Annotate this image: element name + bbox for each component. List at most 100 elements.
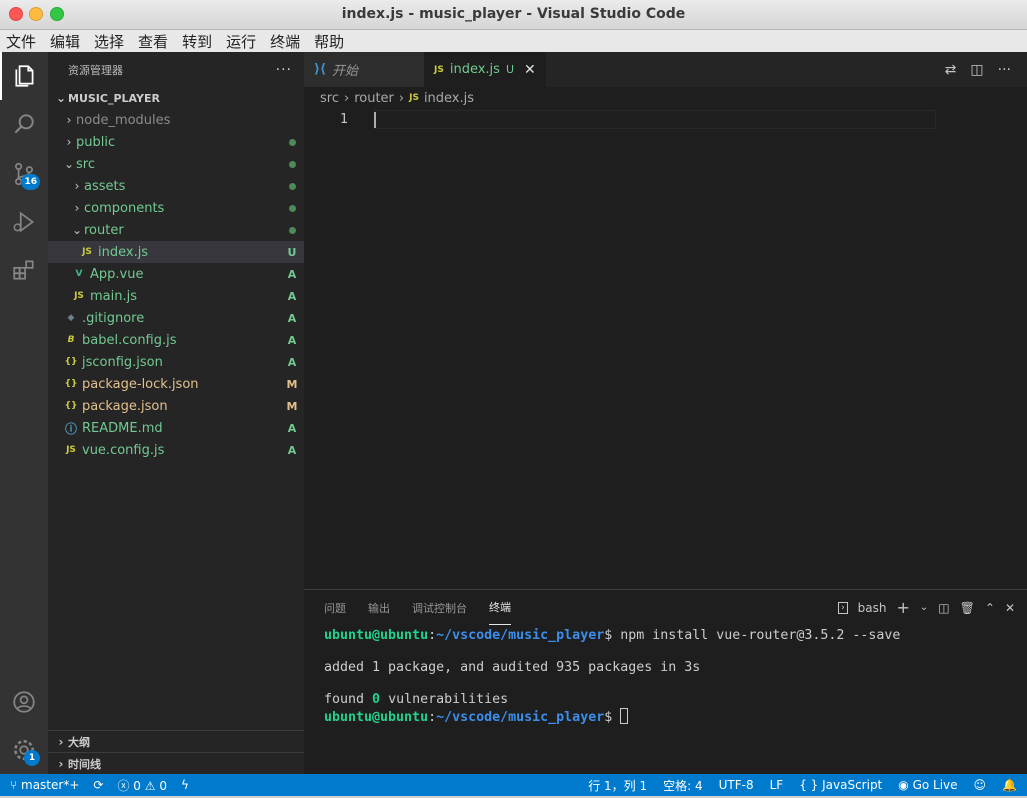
split-editor-icon[interactable]: ◫ [970, 62, 983, 78]
tree-item-vue-config[interactable]: JS vue.config.js A [48, 439, 304, 461]
git-status-dot [280, 180, 304, 193]
compare-changes-icon[interactable]: ⇄ [945, 62, 957, 78]
chevron-down-icon[interactable]: ⌄ [920, 602, 928, 613]
feedback-icon[interactable]: ☺ [974, 778, 987, 792]
menu-terminal[interactable]: 终端 [270, 31, 300, 52]
broadcast-icon: ◉ [898, 778, 913, 792]
file-label: main.js [90, 288, 137, 304]
tab-status: U [505, 63, 514, 76]
menu-edit[interactable]: 编辑 [50, 31, 80, 52]
source-control-button[interactable]: 16 [0, 150, 48, 198]
tree-item-components[interactable]: › components [48, 197, 304, 219]
more-actions-icon[interactable]: ··· [998, 62, 1011, 78]
breadcrumb-file[interactable]: index.js [424, 91, 474, 106]
accounts-button[interactable] [0, 678, 48, 726]
settings-badge: 1 [24, 750, 40, 766]
menu-go[interactable]: 转到 [182, 31, 212, 52]
timeline-section-header[interactable]: › 时间线 [48, 752, 304, 774]
title-bar: index.js - music_player - Visual Studio … [0, 0, 1027, 30]
tree-item-node-modules[interactable]: › node_modules [48, 109, 304, 131]
explorer-button[interactable] [0, 52, 48, 100]
tree-item-package-json[interactable]: {} package.json M [48, 395, 304, 417]
breadcrumb-router[interactable]: router [354, 91, 394, 106]
menu-run[interactable]: 运行 [226, 31, 256, 52]
line-number: 1 [340, 112, 348, 127]
language-mode[interactable]: { } JavaScript [799, 778, 882, 792]
source-control-badge: 16 [21, 174, 40, 190]
tab-output[interactable]: 输出 [368, 590, 390, 625]
indentation-status[interactable]: 空格: 4 [663, 777, 703, 794]
close-tab-icon[interactable]: ✕ [524, 62, 536, 78]
terminal-path: ~/vscode/music_player [436, 710, 605, 725]
lightning-icon[interactable]: ϟ [181, 778, 189, 792]
trash-icon[interactable]: 🗑 [960, 601, 975, 615]
js-file-icon: JS [66, 445, 76, 455]
tree-item-package-lock[interactable]: {} package-lock.json M [48, 373, 304, 395]
outline-label: 大纲 [68, 735, 90, 749]
new-terminal-icon[interactable]: + [897, 598, 910, 617]
outline-section-header[interactable]: › 大纲 [48, 730, 304, 752]
tab-label: 开始 [331, 64, 358, 79]
project-section-header[interactable]: ⌄ MUSIC_PLAYER [48, 87, 304, 109]
branch-icon: ⑂ [10, 778, 22, 792]
js-file-icon: JS [434, 64, 444, 75]
tab-index-js[interactable]: JS index.js U ✕ [424, 52, 546, 87]
tree-item-gitignore[interactable]: ◆ .gitignore A [48, 307, 304, 329]
chevron-down-icon: ⌄ [55, 91, 67, 105]
cursor-position[interactable]: 行 1，列 1 [588, 777, 647, 794]
go-live-button[interactable]: ◉ Go Live [898, 778, 957, 792]
vscode-logo-icon: ⟩⟨ [314, 62, 326, 77]
babel-file-icon: B [67, 335, 75, 345]
tree-item-jsconfig[interactable]: {} jsconfig.json A [48, 351, 304, 373]
file-label: node_modules [76, 112, 171, 128]
more-actions-button[interactable]: ··· [276, 62, 292, 78]
tree-item-app-vue[interactable]: V App.vue A [48, 263, 304, 285]
eol-status[interactable]: LF [770, 778, 784, 792]
tree-item-public[interactable]: › public [48, 131, 304, 153]
split-terminal-icon[interactable]: ◫ [938, 601, 949, 615]
menu-help[interactable]: 帮助 [314, 31, 344, 52]
file-label: babel.config.js [82, 332, 177, 348]
branch-status[interactable]: ⑂ master*+ [10, 778, 79, 792]
search-button[interactable] [0, 100, 48, 148]
sync-icon[interactable]: ⟳ [93, 778, 103, 792]
terminal-command: npm install vue-router@3.5.2 --save [620, 628, 901, 643]
manage-button[interactable]: 1 [0, 726, 48, 774]
git-status-badge: A [287, 355, 297, 369]
tree-item-main-js[interactable]: JS main.js A [48, 285, 304, 307]
file-label: index.js [98, 244, 149, 260]
git-status-dot [280, 224, 304, 237]
tree-item-src[interactable]: ⌄ src [48, 153, 304, 175]
terminal-found-post: vulnerabilities [380, 692, 509, 707]
encoding-status[interactable]: UTF-8 [719, 778, 754, 792]
tab-terminal[interactable]: 终端 [489, 590, 511, 625]
bell-icon[interactable]: 🔔 [1002, 778, 1017, 792]
extensions-button[interactable] [0, 246, 48, 294]
tree-item-babel-config[interactable]: B babel.config.js A [48, 329, 304, 351]
git-status-dot [280, 136, 304, 149]
menu-bar: 文件 编辑 选择 查看 转到 运行 终端 帮助 [0, 30, 1027, 52]
tab-welcome[interactable]: ⟩⟨ 开始 [304, 52, 424, 87]
tree-item-index-js[interactable]: JS index.js U [48, 241, 304, 263]
vue-file-icon: V [75, 269, 83, 279]
tab-debug-console[interactable]: 调试控制台 [412, 590, 467, 625]
terminal-output[interactable]: ubuntu@ubuntu:~/vscode/music_player$ npm… [324, 628, 900, 726]
run-debug-button[interactable] [0, 198, 48, 246]
tree-item-readme[interactable]: ⓘ README.md A [48, 417, 304, 439]
timeline-label: 时间线 [68, 757, 101, 771]
close-panel-icon[interactable]: ✕ [1005, 601, 1015, 615]
menu-file[interactable]: 文件 [6, 31, 36, 52]
tab-label: index.js [449, 62, 500, 77]
tree-item-assets[interactable]: › assets [48, 175, 304, 197]
menu-view[interactable]: 查看 [138, 31, 168, 52]
tree-item-router[interactable]: ⌄ router [48, 219, 304, 241]
maximize-panel-icon[interactable]: ⌃ [985, 601, 995, 615]
breadcrumb-src[interactable]: src [320, 91, 339, 106]
menu-selection[interactable]: 选择 [94, 31, 124, 52]
tab-problems[interactable]: 问题 [324, 590, 346, 625]
chevron-down-icon: ⌄ [63, 157, 75, 171]
shell-selector[interactable]: bash [858, 601, 887, 615]
code-editor[interactable]: 1 [304, 109, 1027, 589]
chevron-right-icon: › [74, 179, 80, 193]
problems-status[interactable]: ⓧ 0 ⚠ 0 [117, 777, 167, 794]
